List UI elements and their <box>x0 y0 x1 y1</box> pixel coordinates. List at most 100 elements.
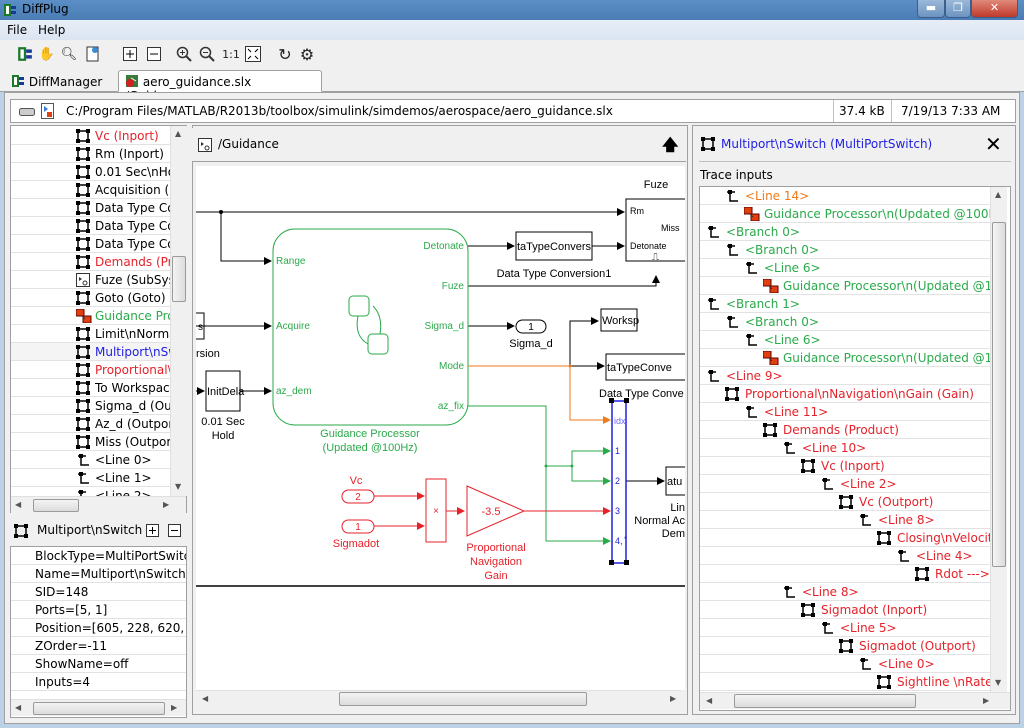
actual-size-button[interactable]: 1:1 <box>222 45 240 63</box>
trace-item[interactable]: Proportional\nNavigation\nGain (Gain) <box>700 385 990 403</box>
diagram-horizontal-scrollbar[interactable]: ◀ ▶ <box>196 690 681 707</box>
tree-item[interactable]: <Line 0> <box>11 451 171 469</box>
trace-item[interactable]: <Line 0> <box>700 655 990 673</box>
tree-item[interactable]: Rm (Inport) <box>11 145 171 163</box>
menu-file[interactable]: File <box>7 23 27 37</box>
tree-vertical-scrollbar[interactable]: ▲ ▼ <box>170 126 187 496</box>
trace-item[interactable]: <Branch 1> <box>700 295 990 313</box>
property-row[interactable]: Inputs=4 <box>11 673 186 691</box>
settings-button[interactable]: ⚙ <box>298 45 316 64</box>
expand-all-button[interactable] <box>121 45 139 63</box>
new-file-button[interactable] <box>84 45 102 63</box>
property-row[interactable]: Name=Multiport\nSwitch <box>11 565 186 583</box>
tree-item[interactable]: Demands (Pro <box>11 253 171 271</box>
trace-item[interactable]: <Line 9> <box>700 367 990 385</box>
tree-item[interactable]: To Workspace <box>11 379 171 397</box>
scroll-right-icon[interactable]: ▶ <box>983 696 989 705</box>
trace-item[interactable]: <Line 6> <box>700 331 990 349</box>
scroll-thumb[interactable] <box>992 222 1006 567</box>
properties-horizontal-scrollbar[interactable]: ◀ ▶ <box>11 699 186 716</box>
tree-item[interactable]: Sigma_d (Outp <box>11 397 171 415</box>
property-row[interactable]: Ports=[5, 1] <box>11 601 186 619</box>
menu-help[interactable]: Help <box>38 23 65 37</box>
tab-aero-guidance[interactable]: aero_guidance.slx /Guidance ✕ <box>118 70 322 103</box>
trace-item[interactable]: Guidance Processor\n(Updated @100H <box>700 277 990 295</box>
trace-item[interactable]: Rdot ---> <box>700 565 990 583</box>
scroll-thumb[interactable] <box>172 256 186 302</box>
search-button[interactable]: 🔍︎ <box>60 45 78 63</box>
property-row[interactable]: Position=[605, 228, 620, 392] <box>11 619 186 637</box>
scroll-thumb[interactable] <box>33 499 79 512</box>
tree-horizontal-scrollbar[interactable]: ◀ ▶ <box>11 496 186 513</box>
diffplug-button[interactable] <box>16 45 34 63</box>
scroll-left-icon[interactable]: ◀ <box>15 703 21 712</box>
tree-item[interactable]: Data Type Con <box>11 199 171 217</box>
trace-item[interactable]: <Branch 0> <box>700 241 990 259</box>
close-icon[interactable]: ✕ <box>985 132 1002 156</box>
zoom-in-button[interactable] <box>175 45 193 63</box>
tree-item[interactable]: Goto (Goto) <box>11 289 171 307</box>
trace-item[interactable]: <Line 11> <box>700 403 990 421</box>
tree-item[interactable]: Proportional\r <box>11 361 171 379</box>
scroll-right-icon[interactable]: ▶ <box>171 703 177 712</box>
refresh-button[interactable]: ↻ <box>276 45 294 64</box>
collapse-icon[interactable] <box>168 524 181 537</box>
property-row[interactable]: SID=148 <box>11 583 186 601</box>
trace-item[interactable]: Guidance Processor\n(Updated @100H <box>700 349 990 367</box>
scroll-down-icon[interactable]: ▼ <box>995 678 1001 687</box>
scroll-left-icon[interactable]: ◀ <box>706 696 712 705</box>
trace-item[interactable]: Sightline \nRate <box>700 673 990 691</box>
tree-item[interactable]: Data Type Con <box>11 235 171 253</box>
trace-item[interactable]: <Branch 0> <box>700 313 990 331</box>
tree-item[interactable]: Az_d (Outport <box>11 415 171 433</box>
trace-item[interactable]: <Branch 0> <box>700 223 990 241</box>
trace-item[interactable]: <Line 2> <box>700 475 990 493</box>
scroll-up-icon[interactable]: ▲ <box>175 129 181 138</box>
scroll-thumb[interactable] <box>33 702 165 715</box>
hands-button[interactable]: ✋ <box>38 45 56 63</box>
trace-item[interactable]: <Line 10> <box>700 439 990 457</box>
trace-item[interactable]: <Line 14> <box>700 187 990 205</box>
scroll-down-icon[interactable]: ▼ <box>175 482 181 491</box>
collapse-all-button[interactable] <box>145 45 163 63</box>
close-window-button[interactable]: ✕ <box>971 0 1018 18</box>
trace-item[interactable]: Vc (Outport) <box>700 493 990 511</box>
trace-horizontal-scrollbar[interactable]: ◀ ▶ <box>700 692 1010 709</box>
trace-item[interactable]: Vc (Inport) <box>700 457 990 475</box>
scroll-right-icon[interactable]: ▶ <box>163 500 169 509</box>
property-row[interactable]: BlockType=MultiPortSwitch <box>11 547 186 565</box>
tree-item[interactable]: Miss (Outport <box>11 433 171 451</box>
scroll-thumb[interactable] <box>734 694 916 708</box>
property-row[interactable]: ShowName=off <box>11 655 186 673</box>
scroll-left-icon[interactable]: ◀ <box>202 694 208 703</box>
trace-item[interactable]: Guidance Processor\n(Updated @100Hz) ( <box>700 205 990 223</box>
trace-item[interactable]: Closing\nVelocit <box>700 529 990 547</box>
tree-item[interactable]: Limit\nNorma <box>11 325 171 343</box>
trace-item[interactable]: Demands (Product) <box>700 421 990 439</box>
zoom-out-button[interactable] <box>198 45 216 63</box>
fit-button[interactable] <box>244 45 262 63</box>
tree-item[interactable]: Guidance Proc <box>11 307 171 325</box>
trace-item[interactable]: <Line 6> <box>700 259 990 277</box>
tab-diffmanager[interactable]: DiffManager <box>4 70 109 92</box>
trace-item[interactable]: Sigmadot (Inport) <box>700 601 990 619</box>
tree-item[interactable]: 0.01 Sec\nHold <box>11 163 171 181</box>
trace-item[interactable]: <Line 8> <box>700 583 990 601</box>
trace-item[interactable]: <Line 8> <box>700 511 990 529</box>
restore-button[interactable]: ❐ <box>945 0 971 18</box>
tree-item[interactable]: <Line 1> <box>11 469 171 487</box>
trace-item[interactable]: <Line 5> <box>700 619 990 637</box>
up-arrow-icon[interactable]: 🡅 <box>662 134 678 161</box>
tree-item[interactable]: <Line 2> <box>11 487 171 496</box>
trace-vertical-scrollbar[interactable]: ▲ ▼ <box>990 187 1007 692</box>
tree-item[interactable]: Multiport\nSw <box>11 343 171 361</box>
expand-icon[interactable] <box>146 524 159 537</box>
tree-item[interactable]: Acquisition (F <box>11 181 171 199</box>
scroll-thumb[interactable] <box>339 692 587 706</box>
scroll-up-icon[interactable]: ▲ <box>995 190 1001 199</box>
scroll-left-icon[interactable]: ◀ <box>15 500 21 509</box>
property-row[interactable]: ZOrder=-11 <box>11 637 186 655</box>
trace-item[interactable]: <Line 4> <box>700 547 990 565</box>
scroll-right-icon[interactable]: ▶ <box>670 694 676 703</box>
minimize-button[interactable]: ▬ <box>917 0 945 18</box>
